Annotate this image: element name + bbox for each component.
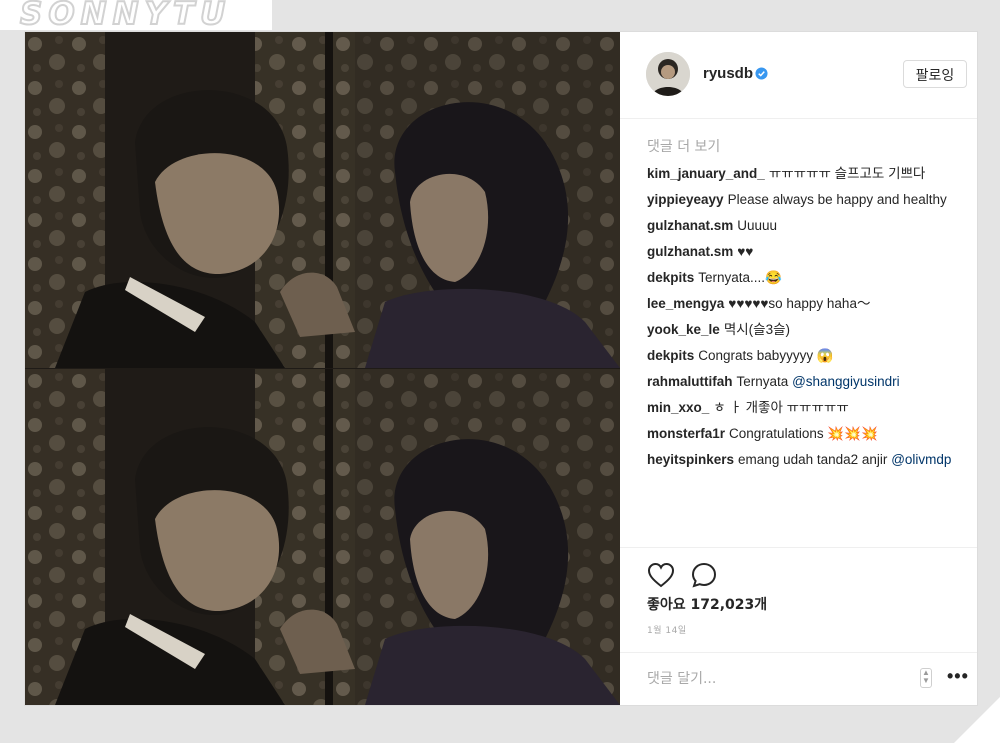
verified-badge-icon (755, 67, 768, 80)
comment-item: lee_mengya ♥♥♥♥♥so happy haha～ (647, 294, 953, 314)
comment-text: Ternyata (736, 374, 789, 389)
comments-list: kim_january_and_ ㅠㅠㅠㅠㅠ 슬프고도 기쁘다 yippieyeay… (647, 164, 953, 476)
comment-username[interactable]: min_xxo_ (647, 400, 709, 415)
photo-frame-top (25, 32, 620, 368)
comment-text: ㅎ ㅏ 개좋아 ㅠㅠㅠㅠㅠ (713, 400, 849, 415)
avatar-image (646, 52, 690, 96)
likes-count[interactable]: 좋아요 172,023개 (647, 594, 767, 614)
comment-text: ㅠㅠㅠㅠㅠ 슬프고도 기쁘다 (768, 166, 926, 181)
speech-bubble-icon[interactable] (690, 561, 718, 589)
comment-text: Uuuuu (737, 218, 778, 233)
comment-username[interactable]: yippieyeayy (647, 192, 724, 207)
comment-username[interactable]: rahmaluttifah (647, 374, 733, 389)
comment-item: min_xxo_ ㅎ ㅏ 개좋아 ㅠㅠㅠㅠㅠ (647, 398, 953, 418)
add-comment-bar: ▲▼ ••• (620, 652, 977, 706)
photo-frame-bottom (25, 369, 620, 705)
comment-item: dekpits Congrats babyyyyy 😱 (647, 346, 953, 366)
post-sidebar: ryusdb 팔로잉 댓글 더 보기 kim_january_and_ ㅠㅠㅠㅠㅠ… (620, 32, 977, 705)
following-button[interactable]: 팔로잉 (903, 60, 967, 88)
instagram-post-card: ryusdb 팔로잉 댓글 더 보기 kim_january_and_ ㅠㅠㅠㅠㅠ… (25, 32, 977, 705)
comment-item: heyitspinkers emang udah tanda2 anjir @ol… (647, 450, 953, 470)
comment-text: Congrats babyyyyy 😱 (698, 348, 834, 363)
comment-mention-link[interactable]: @shanggiyusindri (792, 374, 900, 389)
comment-username[interactable]: gulzhanat.sm (647, 244, 733, 259)
ellipsis-icon[interactable]: ••• (947, 666, 969, 687)
comment-input[interactable] (647, 667, 887, 691)
comment-text: Congratulations 💥💥💥 (729, 426, 878, 441)
comment-item: gulzhanat.sm Uuuuu (647, 216, 953, 236)
comment-text: Please always be happy and healthy (727, 192, 947, 207)
post-date: 1월 14일 (647, 626, 687, 636)
comment-item: rahmaluttifah Ternyata @shanggiyusindri (647, 372, 953, 392)
comment-item: yook_ke_le 멱시(슬3슬) (647, 320, 953, 340)
comment-text: emang udah tanda2 anjir (738, 452, 888, 467)
comment-mention-link[interactable]: @olivmdp (891, 452, 951, 467)
avatar[interactable] (646, 52, 690, 96)
post-username[interactable]: ryusdb (703, 65, 753, 82)
comment-username[interactable]: kim_january_and_ (647, 166, 765, 181)
comment-username[interactable]: heyitspinkers (647, 452, 734, 467)
post-photo[interactable] (25, 32, 620, 705)
comment-username[interactable]: dekpits (647, 270, 694, 285)
watermark-text: SONNYTU (19, 0, 232, 33)
comment-item: yippieyeayy Please always be happy and he… (647, 190, 953, 210)
comment-item: dekpits Ternyata....😂 (647, 268, 953, 288)
watermark-top-bar (272, 0, 1000, 30)
comment-username[interactable]: dekpits (647, 348, 694, 363)
post-header: ryusdb 팔로잉 (620, 32, 977, 119)
comment-text: Ternyata....😂 (698, 270, 782, 285)
comment-text: ♥♥♥♥♥so happy haha～ (728, 296, 871, 311)
comment-item: gulzhanat.sm ♥♥ (647, 242, 953, 262)
view-more-comments-link[interactable]: 댓글 더 보기 (647, 136, 720, 156)
scroll-arrows-icon[interactable]: ▲ ▼ (920, 668, 932, 688)
comment-username[interactable]: lee_mengya (647, 296, 724, 311)
comment-username[interactable]: monsterfa1r (647, 426, 725, 441)
comment-text: ♥♥ (737, 244, 754, 259)
comment-text: 멱시(슬3슬) (723, 322, 790, 337)
comment-item: monsterfa1r Congratulations 💥💥💥 (647, 424, 953, 444)
heart-outline-icon[interactable] (647, 562, 675, 588)
comment-item: kim_january_and_ ㅠㅠㅠㅠㅠ 슬프고도 기쁘다 (647, 164, 953, 184)
comment-username[interactable]: yook_ke_le (647, 322, 720, 337)
comment-username[interactable]: gulzhanat.sm (647, 218, 733, 233)
